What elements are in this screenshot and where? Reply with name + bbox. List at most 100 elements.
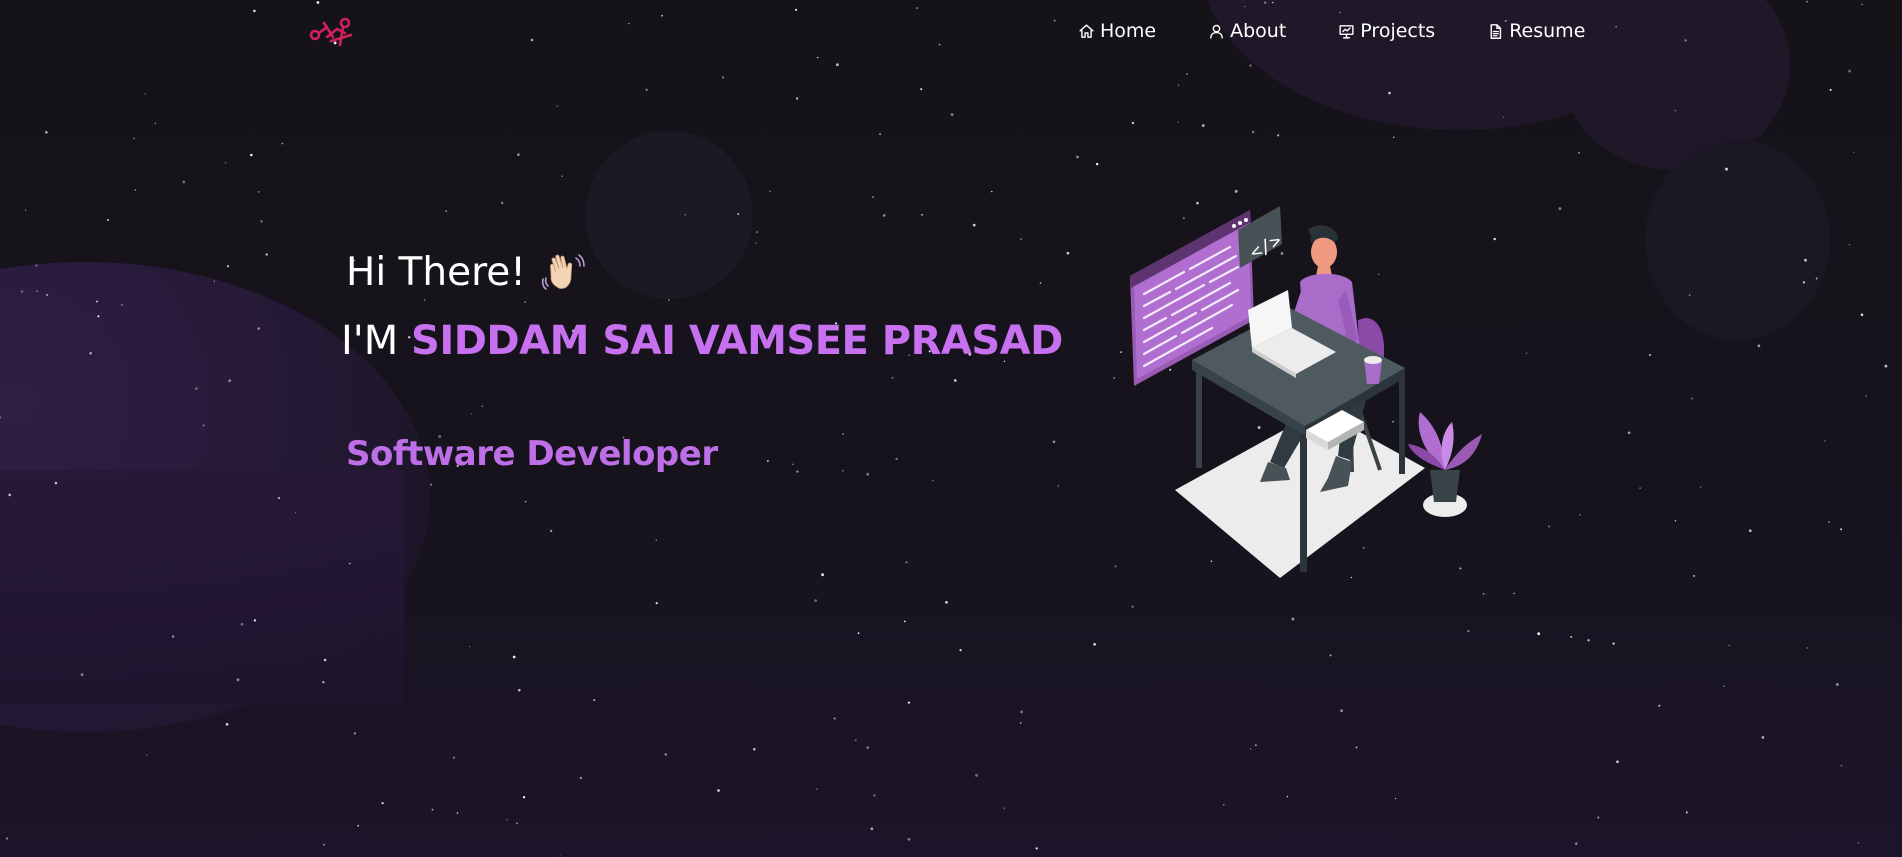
star (240, 622, 244, 626)
star (0, 416, 2, 419)
star (873, 794, 876, 797)
star (1860, 313, 1864, 316)
star (1627, 431, 1631, 435)
star (814, 599, 817, 602)
star (1355, 746, 1358, 749)
star (891, 376, 894, 379)
nav-resume-link[interactable]: Resume (1487, 18, 1585, 44)
star (1848, 69, 1851, 73)
star (1848, 244, 1851, 246)
star (522, 796, 526, 799)
star (753, 748, 756, 751)
star (506, 819, 508, 821)
logo-icon[interactable] (307, 15, 355, 49)
star (842, 470, 844, 472)
starfield (0, 0, 1888, 857)
star (1482, 593, 1485, 595)
star (755, 242, 757, 244)
star (260, 220, 263, 223)
nav-about-link[interactable]: About (1208, 18, 1286, 44)
star (500, 201, 504, 205)
star (561, 175, 563, 177)
plant-graphic (1408, 412, 1482, 517)
star (1393, 136, 1395, 139)
star (755, 230, 759, 234)
star (144, 93, 146, 95)
star (1570, 635, 1573, 638)
star (1648, 353, 1651, 356)
star (821, 573, 825, 577)
star (655, 602, 658, 605)
star (1113, 377, 1115, 379)
star (550, 529, 553, 532)
star (1093, 642, 1097, 646)
star (257, 327, 261, 330)
star (1828, 521, 1830, 523)
star (1394, 797, 1397, 800)
star (323, 843, 326, 846)
star (882, 214, 886, 217)
star (357, 824, 360, 827)
star (1467, 629, 1470, 633)
star (872, 196, 874, 198)
nav-about-label: About (1230, 20, 1287, 42)
star (1388, 91, 1391, 95)
star (1688, 294, 1691, 297)
star (556, 105, 558, 107)
developer-at-desk-illustration: </> (1130, 206, 1482, 578)
star (8, 493, 11, 497)
star (452, 756, 455, 759)
star (516, 822, 519, 825)
star (1340, 709, 1344, 713)
home-icon (1079, 23, 1094, 38)
star (907, 701, 911, 704)
star (1185, 73, 1188, 75)
star (524, 301, 527, 304)
star (481, 405, 483, 407)
star (1502, 116, 1505, 118)
star (353, 732, 356, 735)
star (921, 213, 924, 216)
star (1693, 574, 1696, 577)
star (1658, 704, 1661, 707)
star (1057, 485, 1060, 487)
star (423, 299, 426, 301)
star (1548, 525, 1551, 528)
star (265, 253, 268, 256)
star (1612, 642, 1615, 645)
star (96, 300, 98, 303)
star (1835, 683, 1839, 686)
star (202, 424, 205, 427)
star (348, 562, 351, 565)
star (294, 512, 297, 514)
nav-home-label: Home (1100, 20, 1157, 42)
star (1076, 155, 1079, 159)
star (236, 678, 240, 682)
nav-projects-link[interactable]: Projects (1338, 18, 1435, 44)
star (1249, 748, 1252, 750)
star (80, 673, 84, 677)
star (953, 379, 957, 382)
star (45, 131, 48, 134)
star (35, 264, 38, 267)
star (253, 619, 257, 622)
star (1251, 130, 1255, 134)
nav-home-link[interactable]: Home (1078, 18, 1156, 44)
star (517, 153, 520, 156)
star (1277, 134, 1280, 137)
star (559, 855, 561, 857)
star (972, 223, 976, 227)
user-icon (1210, 24, 1223, 39)
star (213, 280, 215, 282)
star (1616, 760, 1619, 764)
document-icon (1490, 23, 1502, 39)
star (323, 658, 327, 662)
star (1757, 344, 1761, 348)
star (1597, 816, 1600, 819)
star (228, 379, 232, 383)
nav-links: Home About Projects Resume (1078, 18, 1585, 44)
star (1525, 352, 1528, 354)
star (1884, 364, 1888, 368)
star (833, 717, 836, 720)
star (903, 620, 906, 623)
